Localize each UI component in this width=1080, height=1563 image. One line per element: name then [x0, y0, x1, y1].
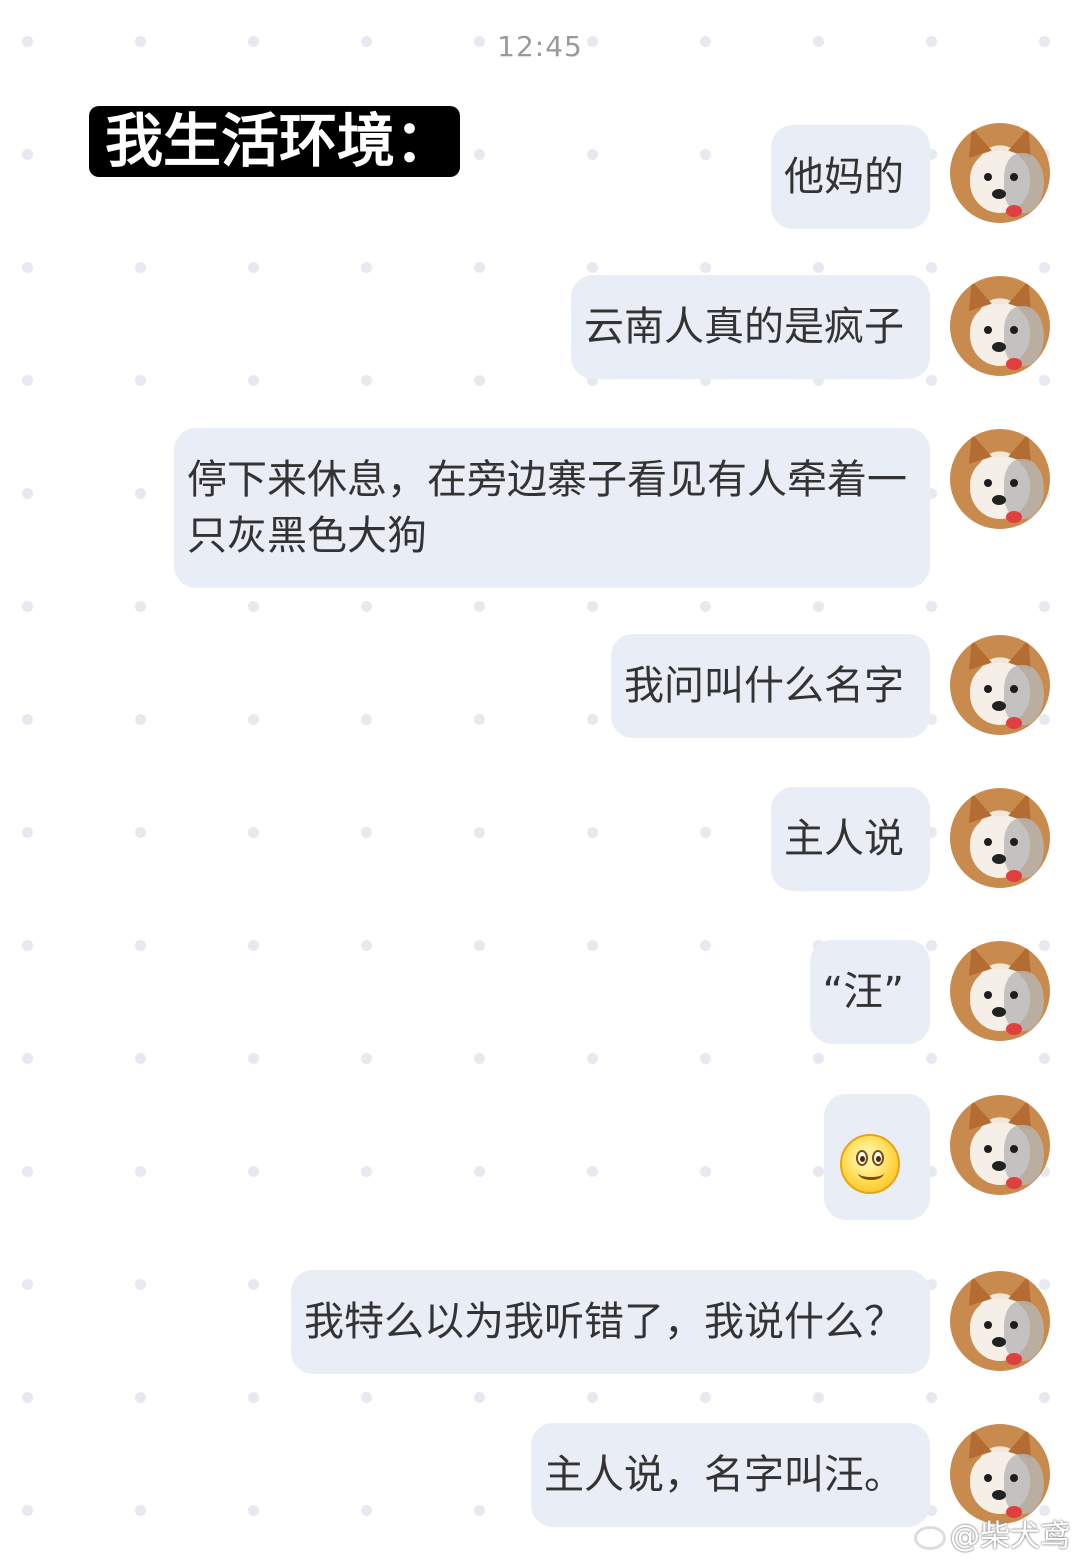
avatar-icon[interactable]: [950, 635, 1050, 735]
chat-bubble[interactable]: 我特么以为我听错了，我说什么？: [291, 1270, 930, 1374]
message-text: 云南人真的是疯子: [584, 304, 904, 350]
chat-bubble[interactable]: 我问叫什么名字: [611, 634, 930, 738]
chat-bubble[interactable]: [824, 1094, 930, 1220]
avatar-icon[interactable]: [950, 788, 1050, 888]
chat-bubble[interactable]: 主人说: [771, 787, 930, 891]
message-text: 停下来休息，在旁边寨子看见有人牵着一只灰黑色大狗: [187, 457, 907, 559]
message-text: 主人说: [784, 816, 904, 862]
title-sticker: 我生活环境：: [89, 106, 460, 177]
message-text: 主人说，名字叫汪。: [544, 1452, 904, 1498]
avatar-icon[interactable]: [950, 1095, 1050, 1195]
avatar-icon[interactable]: [950, 123, 1050, 223]
avatar-icon[interactable]: [950, 276, 1050, 376]
chat-bubble[interactable]: 他妈的: [771, 125, 930, 229]
weibo-icon: [914, 1525, 946, 1550]
avatar-icon[interactable]: [950, 1424, 1050, 1524]
message-text: 我特么以为我听错了，我说什么？: [304, 1299, 904, 1345]
avatar-icon[interactable]: [950, 941, 1050, 1041]
avatar-icon[interactable]: [950, 429, 1050, 529]
smile-emoji-icon: [840, 1134, 900, 1194]
avatar-icon[interactable]: [950, 1271, 1050, 1371]
chat-bubble[interactable]: “汪”: [809, 940, 930, 1044]
message-text: 我问叫什么名字: [624, 663, 904, 709]
status-time: 12:45: [497, 30, 583, 63]
chat-bubble[interactable]: 停下来休息，在旁边寨子看见有人牵着一只灰黑色大狗: [174, 428, 930, 588]
chat-bubble[interactable]: 主人说，名字叫汪。: [531, 1423, 930, 1527]
weibo-watermark: @柴犬鸢: [914, 1511, 1070, 1555]
message-text: 他妈的: [784, 154, 904, 200]
chat-bubble[interactable]: 云南人真的是疯子: [571, 275, 930, 379]
watermark-text: @柴犬鸢: [950, 1519, 1070, 1554]
message-text: “汪”: [822, 969, 904, 1015]
